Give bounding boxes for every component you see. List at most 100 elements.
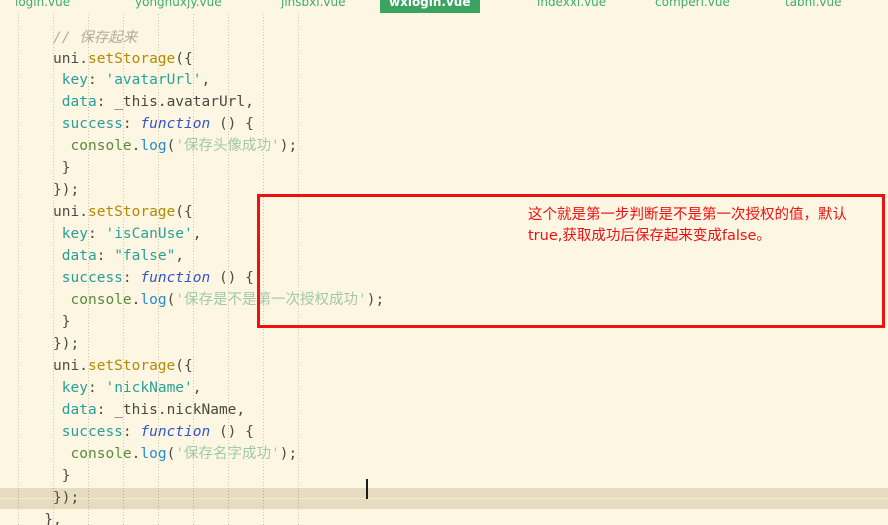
code-token-log: log xyxy=(140,138,167,154)
code-token-punct: () { xyxy=(210,424,254,440)
code-content[interactable]: // 保存起来 uni.setStorage({key: 'avatarUrl',… xyxy=(0,14,888,525)
code-token-prop: data xyxy=(61,94,97,110)
code-token-punct: } xyxy=(61,160,71,176)
code-token-punct: , xyxy=(192,226,202,242)
code-token-kw: function xyxy=(140,116,211,132)
code-token-punct: : xyxy=(122,116,141,132)
red-annotation-text: 这个就是第一步判断是不是第一次授权的值，默认 true,获取成功后保存起来变成fa… xyxy=(528,205,847,247)
code-token-prop: key xyxy=(61,72,88,88)
code-line[interactable]: console.log('保存名字成功'); xyxy=(71,444,298,465)
code-token-punct: , xyxy=(192,380,202,396)
code-token-prop: data xyxy=(61,402,97,418)
code-token-string: 'nickName' xyxy=(105,380,193,396)
code-token-punct: , xyxy=(175,248,185,264)
code-token-cnstr: '保存名字成功' xyxy=(175,446,280,462)
tab-indexxl-vue[interactable]: indexxl.vue xyxy=(528,0,615,13)
code-token-punct: ({ xyxy=(175,51,193,67)
code-line[interactable]: } xyxy=(62,466,71,487)
code-token-fnname: setStorage xyxy=(87,358,176,374)
tab-login-vue[interactable]: login.vue xyxy=(6,0,79,13)
code-token-punct: : xyxy=(96,94,115,110)
code-token-plain: _this.nickName, xyxy=(114,402,246,418)
code-token-punct: , xyxy=(201,72,211,88)
code-token-prop: key xyxy=(61,380,88,396)
code-token-plain: _this.avatarUrl, xyxy=(114,94,254,110)
code-token-cnstr: '保存是不是第一次授权成功' xyxy=(175,292,367,308)
code-token-fnname: setStorage xyxy=(87,51,176,67)
code-token-prop: success xyxy=(61,116,123,132)
editor-window: login.vue yonghuxjy.vue jinsbxl.vue wxlogin… xyxy=(0,0,888,525)
code-line[interactable]: }); xyxy=(53,180,79,201)
code-token-dot: . xyxy=(79,204,88,220)
code-token-cnstr: '保存头像成功' xyxy=(175,138,280,154)
code-token-punct: : xyxy=(122,424,141,440)
code-token-fnname: setStorage xyxy=(87,204,176,220)
code-token-obj: uni xyxy=(53,358,80,374)
code-token-punct: ); xyxy=(279,138,298,154)
code-token-punct: : xyxy=(96,402,115,418)
code-line[interactable]: } xyxy=(62,312,71,333)
code-token-punct: }); xyxy=(53,336,80,352)
code-line[interactable]: success: function () { xyxy=(62,114,254,135)
tab-jinsbxl-vue[interactable]: jinsbxl.vue xyxy=(272,0,354,13)
code-token-prop: key xyxy=(61,226,88,242)
code-token-punct: () { xyxy=(210,116,254,132)
code-token-punct: }); xyxy=(53,182,80,198)
code-token-punct: : xyxy=(122,270,141,286)
annotation-line-2: true,获取成功后保存起来变成false。 xyxy=(528,228,771,244)
code-line[interactable]: key: 'nickName', xyxy=(62,378,202,399)
code-token-kw: function xyxy=(140,424,211,440)
code-token-punct: ); xyxy=(366,292,385,308)
code-token-obj: uni xyxy=(53,204,80,220)
code-line[interactable]: success: function () { xyxy=(62,422,254,443)
code-line[interactable]: }); xyxy=(53,488,79,509)
code-editor-pane[interactable]: // 保存起来 uni.setStorage({key: 'avatarUrl',… xyxy=(0,14,888,525)
code-line[interactable]: key: 'isCanUse', xyxy=(62,224,202,245)
code-token-console: console xyxy=(70,292,132,308)
code-token-dot: . xyxy=(79,51,88,67)
code-token-punct: : xyxy=(88,226,106,242)
code-token-punct: }, xyxy=(44,512,62,525)
code-token-prop: success xyxy=(61,270,123,286)
tab-wxlogin-vue[interactable]: wxlogin.vue xyxy=(380,0,480,13)
code-token-prop: success xyxy=(61,424,123,440)
code-token-obj: uni xyxy=(53,51,80,67)
code-line[interactable]: console.log('保存是不是第一次授权成功'); xyxy=(71,290,385,311)
code-token-prop: data xyxy=(61,248,97,264)
code-token-punct: ({ xyxy=(175,204,193,220)
code-line[interactable]: }, xyxy=(44,510,61,525)
tab-tabhl-vue[interactable]: tabhl.vue xyxy=(776,0,851,13)
code-line[interactable]: key: 'avatarUrl', xyxy=(62,70,210,91)
code-line[interactable]: }); xyxy=(53,334,79,355)
code-line[interactable]: console.log('保存头像成功'); xyxy=(71,136,298,157)
code-line[interactable]: uni.setStorage({ xyxy=(53,356,193,377)
code-line[interactable]: data: "false", xyxy=(62,246,184,267)
code-token-comment: // 保存起来 xyxy=(53,30,138,46)
code-token-punct: ({ xyxy=(175,358,193,374)
tab-yonghuxjy-vue[interactable]: yonghuxjy.vue xyxy=(126,0,231,13)
code-token-punct: } xyxy=(61,468,71,484)
code-token-punct: : xyxy=(88,72,106,88)
text-caret xyxy=(366,479,368,499)
code-line[interactable]: } xyxy=(62,158,71,179)
code-token-kw: function xyxy=(140,270,211,286)
code-line[interactable]: uni.setStorage({ xyxy=(53,202,193,223)
code-token-string: "false" xyxy=(114,248,176,264)
tab-comperi-vue[interactable]: comperi.vue xyxy=(646,0,739,13)
code-token-punct: ); xyxy=(279,446,298,462)
code-token-punct: : xyxy=(96,248,115,264)
code-token-log: log xyxy=(140,446,167,462)
code-token-punct: } xyxy=(61,314,71,330)
code-line[interactable]: data: _this.nickName, xyxy=(62,400,245,421)
editor-tabbar: login.vue yonghuxjy.vue jinsbxl.vue wxlogin… xyxy=(0,0,888,14)
code-token-punct: () { xyxy=(210,270,254,286)
code-token-console: console xyxy=(70,138,132,154)
code-line[interactable]: data: _this.avatarUrl, xyxy=(62,92,254,113)
code-line[interactable]: // 保存起来 xyxy=(53,28,137,49)
code-token-string: 'isCanUse' xyxy=(105,226,193,242)
code-line[interactable]: success: function () { xyxy=(62,268,254,289)
code-token-punct: : xyxy=(88,380,106,396)
code-token-string: 'avatarUrl' xyxy=(105,72,202,88)
code-token-console: console xyxy=(70,446,132,462)
code-line[interactable]: uni.setStorage({ xyxy=(53,49,193,70)
